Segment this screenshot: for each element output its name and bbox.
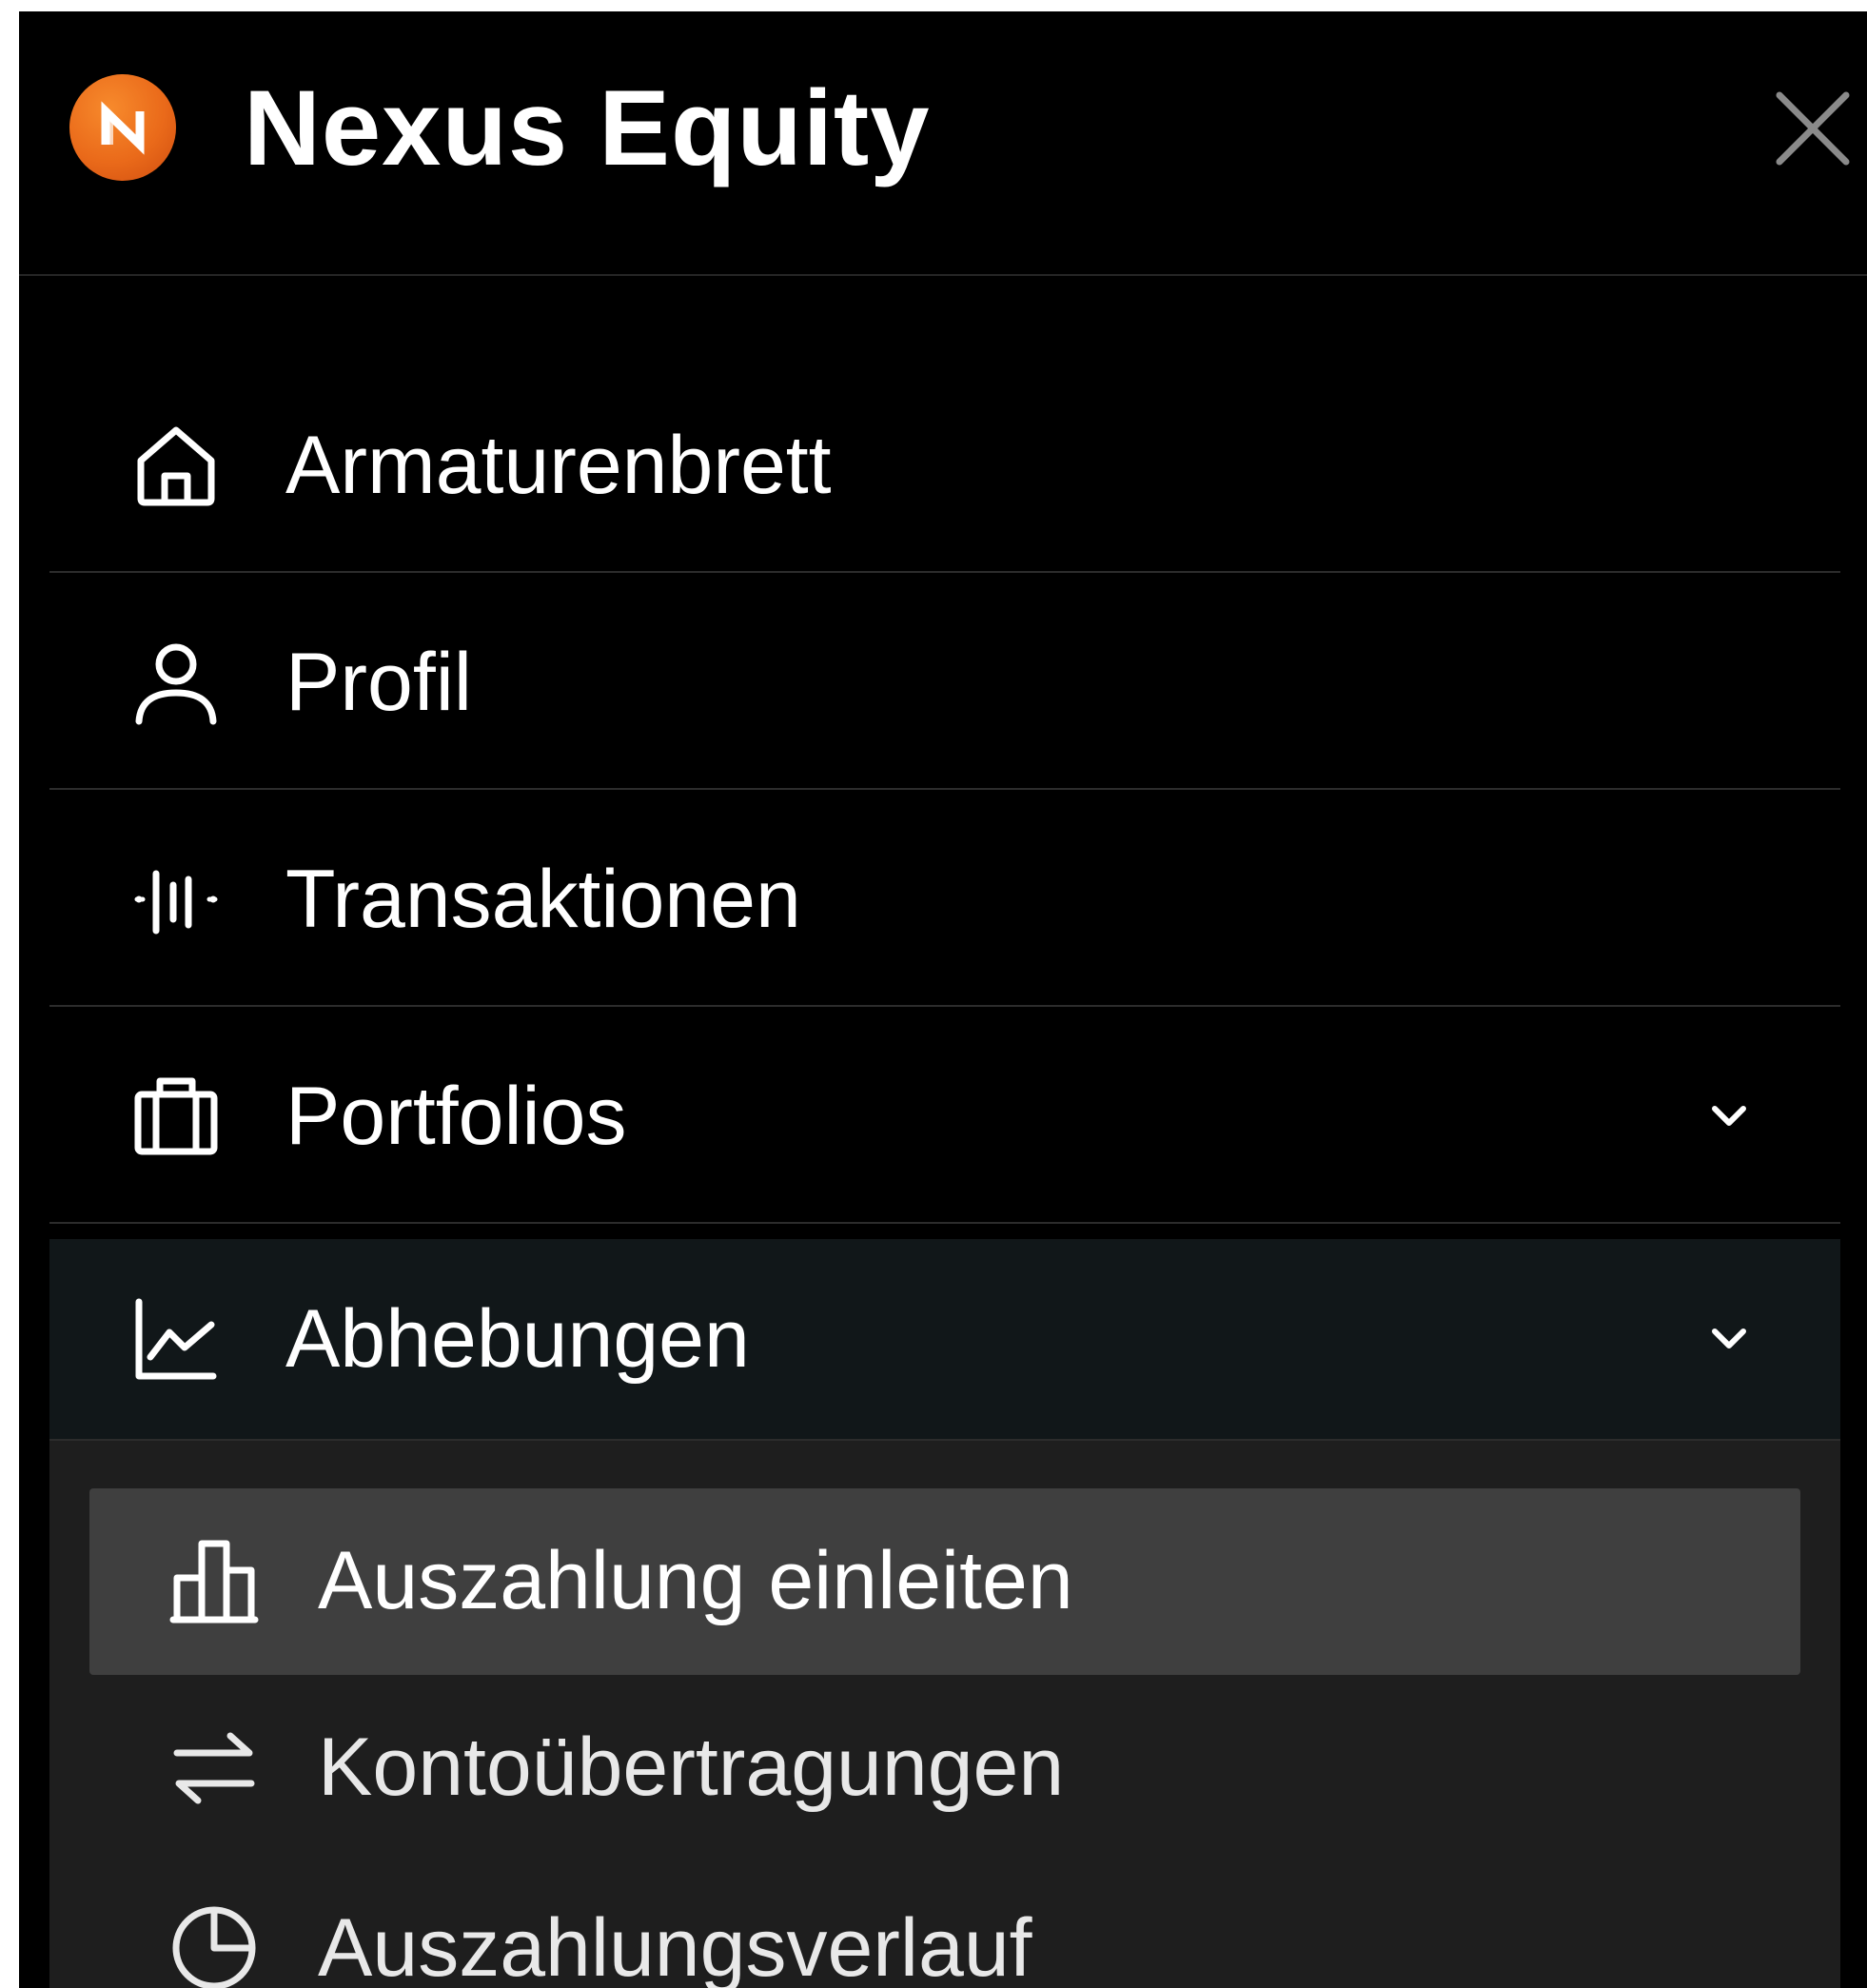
app-title: Nexus Equity	[244, 69, 931, 187]
nav-item-portfolios[interactable]: Portfolios	[49, 1009, 1840, 1224]
bar-chart-icon	[169, 1536, 259, 1625]
submenu-item-account-transfers[interactable]: Kontoübertragungen	[89, 1675, 1800, 1861]
home-icon	[133, 423, 219, 508]
close-button[interactable]	[1770, 86, 1856, 171]
nav-item-label: Profil	[285, 637, 472, 728]
submenu-item-label: Auszahlungsverlauf	[318, 1902, 1032, 1988]
briefcase-icon	[133, 1073, 219, 1159]
chevron-down-icon[interactable]	[1705, 1315, 1753, 1363]
user-icon	[133, 640, 219, 725]
nav-item-transactions[interactable]: Transaktionen	[49, 792, 1840, 1007]
nav-item-label: Abhebungen	[285, 1293, 750, 1385]
nav-item-withdrawals[interactable]: Abhebungen	[49, 1239, 1840, 1441]
line-chart-icon	[133, 1296, 219, 1382]
submenu-item-label: Kontoübertragungen	[318, 1722, 1065, 1813]
sidebar-header: Nexus Equity	[19, 11, 1867, 276]
nav-item-dashboard[interactable]: Armaturenbrett	[49, 358, 1840, 573]
withdrawals-submenu: Auszahlung einleiten Kontoübertragungen …	[49, 1441, 1840, 1988]
sidebar-menu: Nexus Equity Armaturenbrett Profil Trans…	[19, 11, 1867, 1988]
submenu-item-payout-history[interactable]: Auszahlungsverlauf	[89, 1856, 1800, 1988]
nav-item-label: Portfolios	[285, 1071, 627, 1162]
submenu-item-initiate-payout[interactable]: Auszahlung einleiten	[89, 1488, 1800, 1675]
transfer-arrows-icon	[169, 1722, 259, 1812]
submenu-item-label: Auszahlung einleiten	[318, 1535, 1073, 1626]
logo-icon	[69, 74, 176, 181]
close-icon	[1776, 91, 1850, 166]
nav-item-label: Armaturenbrett	[285, 420, 832, 511]
activity-icon	[133, 856, 219, 942]
clock-icon	[169, 1903, 259, 1988]
chevron-down-icon[interactable]	[1705, 1092, 1753, 1140]
nav-item-profile[interactable]: Profil	[49, 575, 1840, 790]
nav-item-label: Transaktionen	[285, 854, 801, 945]
